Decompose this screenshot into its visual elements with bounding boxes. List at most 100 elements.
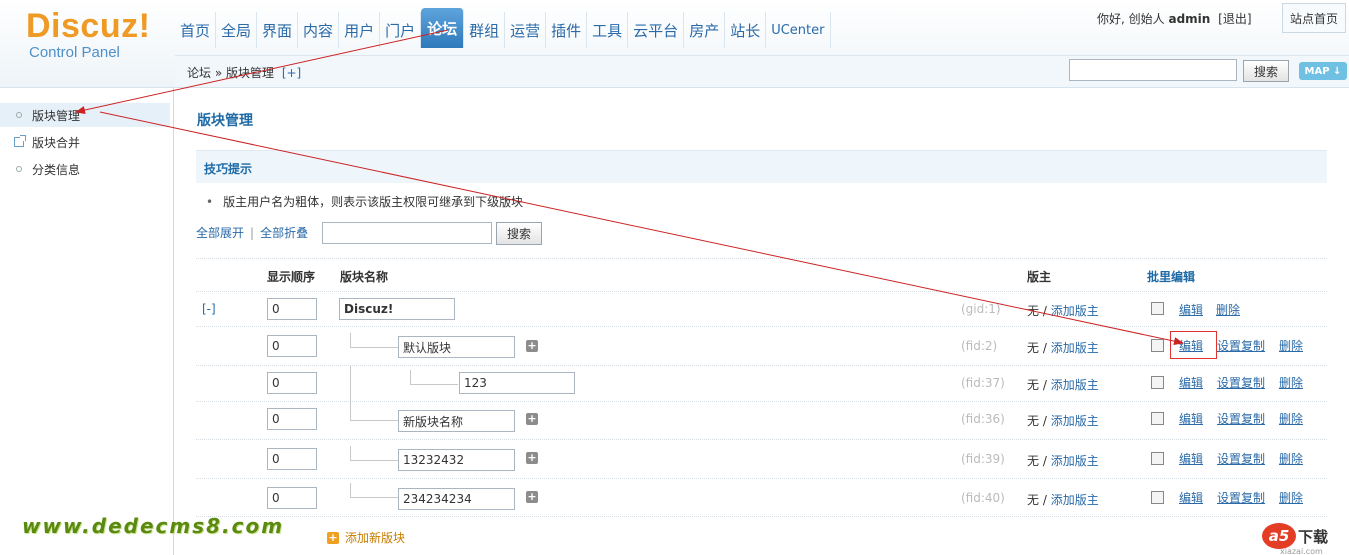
copy-settings-link[interactable]: 设置复制 xyxy=(1217,374,1265,391)
tree-line xyxy=(350,366,351,402)
forum-id: (gid:1) xyxy=(961,302,1001,316)
batch-checkbox[interactable] xyxy=(1151,452,1164,465)
table-row: 0 234234234 + (fid:40) 无 / 添加版主 编辑 设置复制 … xyxy=(196,479,1327,517)
add-subforum-icon[interactable]: + xyxy=(526,340,538,352)
batch-checkbox[interactable] xyxy=(1151,339,1164,352)
edit-link[interactable]: 编辑 xyxy=(1179,410,1203,427)
nav-groups[interactable]: 群组 xyxy=(464,12,506,48)
tree-line xyxy=(410,370,411,384)
order-input[interactable]: 0 xyxy=(267,408,317,430)
forum-search-input[interactable] xyxy=(322,222,492,244)
nav-operations[interactable]: 运营 xyxy=(505,12,547,48)
batch-checkbox[interactable] xyxy=(1151,302,1164,315)
sidebar: 版块管理 版块合并 分类信息 xyxy=(0,88,174,555)
add-moderator-link[interactable]: 添加版主 xyxy=(1051,378,1099,392)
nav-content[interactable]: 内容 xyxy=(298,12,340,48)
nav-portal[interactable]: 门户 xyxy=(380,12,422,48)
copy-settings-link[interactable]: 设置复制 xyxy=(1217,337,1265,354)
order-input[interactable]: 0 xyxy=(267,372,317,394)
order-input[interactable]: 0 xyxy=(267,448,317,470)
table-row: 0 123 (fid:37) 无 / 添加版主 编辑 设置复制 删除 xyxy=(196,366,1327,402)
forum-name-input[interactable]: 默认版块 xyxy=(398,336,515,358)
a5-logo: a5 xyxy=(1262,523,1296,549)
nav-home[interactable]: 首页 xyxy=(175,12,217,48)
delete-link[interactable]: 删除 xyxy=(1279,337,1303,354)
nav-interface[interactable]: 界面 xyxy=(257,12,299,48)
batch-checkbox[interactable] xyxy=(1151,491,1164,504)
greeting: 你好, 创始人 xyxy=(1097,12,1165,26)
add-moderator-link[interactable]: 添加版主 xyxy=(1051,454,1099,468)
add-subforum-icon[interactable]: + xyxy=(526,491,538,503)
sidebar-item-forum-manage[interactable]: 版块管理 xyxy=(0,103,170,127)
add-new-forum-label: 添加新版块 xyxy=(345,531,406,545)
forum-name-input[interactable]: 新版块名称 xyxy=(398,410,515,432)
nav-tools[interactable]: 工具 xyxy=(587,12,629,48)
edit-link[interactable]: 编辑 xyxy=(1179,489,1203,506)
top-search-input[interactable] xyxy=(1069,59,1237,81)
user-bar: 你好, 创始人 admin [退出] xyxy=(1097,10,1252,27)
collapse-all-link[interactable]: 全部折叠 xyxy=(260,226,308,240)
delete-link[interactable]: 删除 xyxy=(1279,410,1303,427)
delete-link[interactable]: 删除 xyxy=(1279,450,1303,467)
nav-global[interactable]: 全局 xyxy=(216,12,258,48)
forum-name-input[interactable]: 234234234 xyxy=(398,488,515,510)
forum-search-button[interactable]: 搜索 xyxy=(496,222,542,245)
moderators: 无 / 添加版主 xyxy=(1027,302,1099,319)
forum-id: (fid:37) xyxy=(961,376,1005,390)
site-home-button[interactable]: 站点首页 xyxy=(1282,3,1346,33)
nav-forum[interactable]: 论坛 xyxy=(421,8,465,48)
mod-separator: / xyxy=(1042,378,1047,392)
delete-link[interactable]: 删除 xyxy=(1216,301,1240,318)
top-search-button[interactable]: 搜索 xyxy=(1243,60,1289,82)
nav-realestate[interactable]: 房产 xyxy=(684,12,726,48)
order-input[interactable]: 0 xyxy=(267,298,317,320)
sidebar-item-forum-merge[interactable]: 版块合并 xyxy=(0,130,170,154)
add-subforum-icon[interactable]: + xyxy=(526,413,538,425)
batch-checkbox[interactable] xyxy=(1151,376,1164,389)
tree-line xyxy=(350,483,351,497)
delete-link[interactable]: 删除 xyxy=(1279,374,1303,391)
copy-settings-link[interactable]: 设置复制 xyxy=(1217,410,1265,427)
column-name: 版块名称 xyxy=(340,270,389,284)
add-moderator-link[interactable]: 添加版主 xyxy=(1051,341,1099,355)
edit-link[interactable]: 编辑 xyxy=(1179,301,1203,318)
add-moderator-link[interactable]: 添加版主 xyxy=(1051,493,1099,507)
add-moderator-link[interactable]: 添加版主 xyxy=(1051,304,1099,318)
copy-settings-link[interactable]: 设置复制 xyxy=(1217,489,1265,506)
batch-checkbox[interactable] xyxy=(1151,412,1164,425)
nav-users[interactable]: 用户 xyxy=(339,12,381,48)
order-input[interactable]: 0 xyxy=(267,487,317,509)
mod-separator: / xyxy=(1042,454,1047,468)
logout-link[interactable]: [退出] xyxy=(1218,12,1251,26)
mod-separator: / xyxy=(1042,493,1047,507)
copy-settings-link[interactable]: 设置复制 xyxy=(1217,450,1265,467)
forum-name-input[interactable]: 123 xyxy=(459,372,575,394)
forum-name-input[interactable]: 13232432 xyxy=(398,449,515,471)
table-row: 0 默认版块 + (fid:2) 无 / 添加版主 编辑 设置复制 删除 xyxy=(196,327,1327,366)
nav-cloud[interactable]: 云平台 xyxy=(628,12,685,48)
edit-link[interactable]: 编辑 xyxy=(1179,450,1203,467)
order-input[interactable]: 0 xyxy=(267,335,317,357)
breadcrumb-text: 论坛 » 版块管理 xyxy=(187,66,274,80)
discuz-logo[interactable]: Discuz! Control Panel xyxy=(26,6,166,76)
tree-line xyxy=(350,446,351,460)
add-new-forum-link[interactable]: + 添加新版块 xyxy=(327,529,405,546)
breadcrumb-add-button[interactable]: [+] xyxy=(282,66,301,80)
nav-plugins[interactable]: 插件 xyxy=(546,12,588,48)
add-moderator-link[interactable]: 添加版主 xyxy=(1051,414,1099,428)
expand-all-link[interactable]: 全部展开 xyxy=(196,226,244,240)
moderator-none: 无 xyxy=(1027,493,1040,507)
map-button[interactable]: MAP ↓ xyxy=(1299,62,1347,80)
collapse-toggle[interactable]: [-] xyxy=(202,302,216,316)
logo-subtitle: Control Panel xyxy=(29,44,120,61)
delete-link[interactable]: 删除 xyxy=(1279,489,1303,506)
nav-webmaster[interactable]: 站长 xyxy=(725,12,767,48)
nav-ucenter[interactable]: UCenter xyxy=(766,12,831,48)
edit-link[interactable]: 编辑 xyxy=(1179,374,1203,391)
column-batch-edit: 批里编辑 xyxy=(1147,270,1196,284)
table-header: 显示顺序 版块名称 版主 批里编辑 xyxy=(196,258,1327,292)
sidebar-item-thread-types[interactable]: 分类信息 xyxy=(0,157,170,181)
tree-line xyxy=(350,497,398,498)
add-subforum-icon[interactable]: + xyxy=(526,452,538,464)
forum-name-input[interactable]: Discuz! xyxy=(339,298,455,320)
